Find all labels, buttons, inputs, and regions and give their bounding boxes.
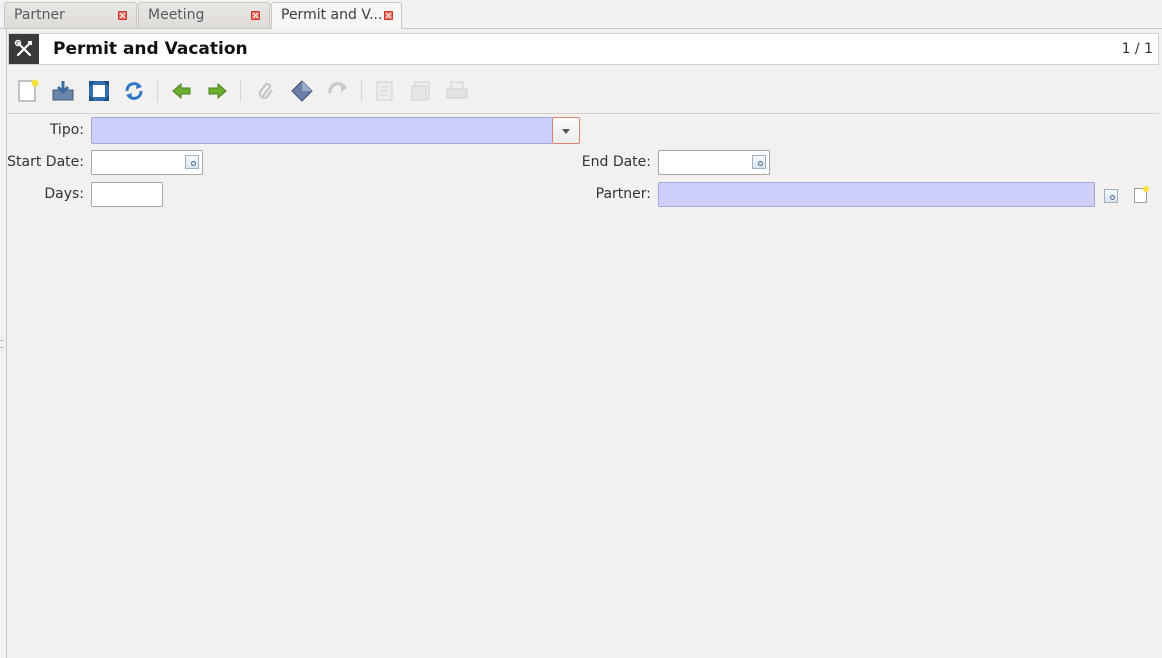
- start-date-label: Start Date:: [7, 154, 84, 170]
- report-icon[interactable]: [373, 79, 397, 103]
- record-counter: 1 / 1: [1121, 41, 1153, 57]
- tab-label: Partner: [14, 7, 65, 23]
- tipo-label: Tipo:: [49, 122, 84, 138]
- toolbar: [8, 70, 1159, 112]
- relate-icon[interactable]: [326, 79, 350, 103]
- reload-icon[interactable]: [122, 79, 146, 103]
- partner-field[interactable]: [658, 182, 1095, 207]
- toolbar-separator: [240, 80, 241, 102]
- tools-icon: [9, 34, 39, 64]
- tab-label: Meeting: [148, 7, 205, 23]
- toolbar-separator: [361, 80, 362, 102]
- search-icon[interactable]: [1104, 189, 1118, 203]
- fullscreen-icon[interactable]: [87, 79, 111, 103]
- days-field[interactable]: [91, 182, 163, 207]
- tab-bar: Partner Meeting Permit and V...: [0, 0, 1162, 29]
- days-label: Days:: [44, 186, 84, 202]
- email-icon[interactable]: [409, 79, 433, 103]
- partner-label: Partner:: [595, 186, 651, 202]
- calendar-icon[interactable]: [185, 155, 199, 169]
- close-tab-icon[interactable]: [118, 11, 127, 20]
- action-icon[interactable]: [290, 79, 314, 103]
- tab-meeting[interactable]: Meeting: [138, 2, 270, 28]
- save-icon[interactable]: [51, 79, 75, 103]
- page-title: Permit and Vacation: [53, 39, 248, 59]
- new-record-icon[interactable]: [1134, 186, 1149, 203]
- resize-grip[interactable]: [0, 340, 4, 348]
- chevron-down-icon[interactable]: [552, 117, 580, 144]
- attachment-icon[interactable]: [254, 79, 278, 103]
- close-tab-icon[interactable]: [251, 11, 260, 20]
- end-date-label: End Date:: [581, 154, 651, 170]
- calendar-icon[interactable]: [752, 155, 766, 169]
- tab-label: Permit and V...: [281, 7, 383, 23]
- tab-permit-and-vacation[interactable]: Permit and V...: [271, 2, 402, 29]
- next-icon[interactable]: [205, 79, 229, 103]
- toolbar-separator: [157, 80, 158, 102]
- close-tab-icon[interactable]: [384, 11, 393, 20]
- tab-partner[interactable]: Partner: [4, 2, 137, 28]
- previous-icon[interactable]: [170, 79, 194, 103]
- tipo-select[interactable]: [91, 117, 553, 144]
- new-icon[interactable]: [16, 79, 40, 103]
- print-icon[interactable]: [445, 79, 469, 103]
